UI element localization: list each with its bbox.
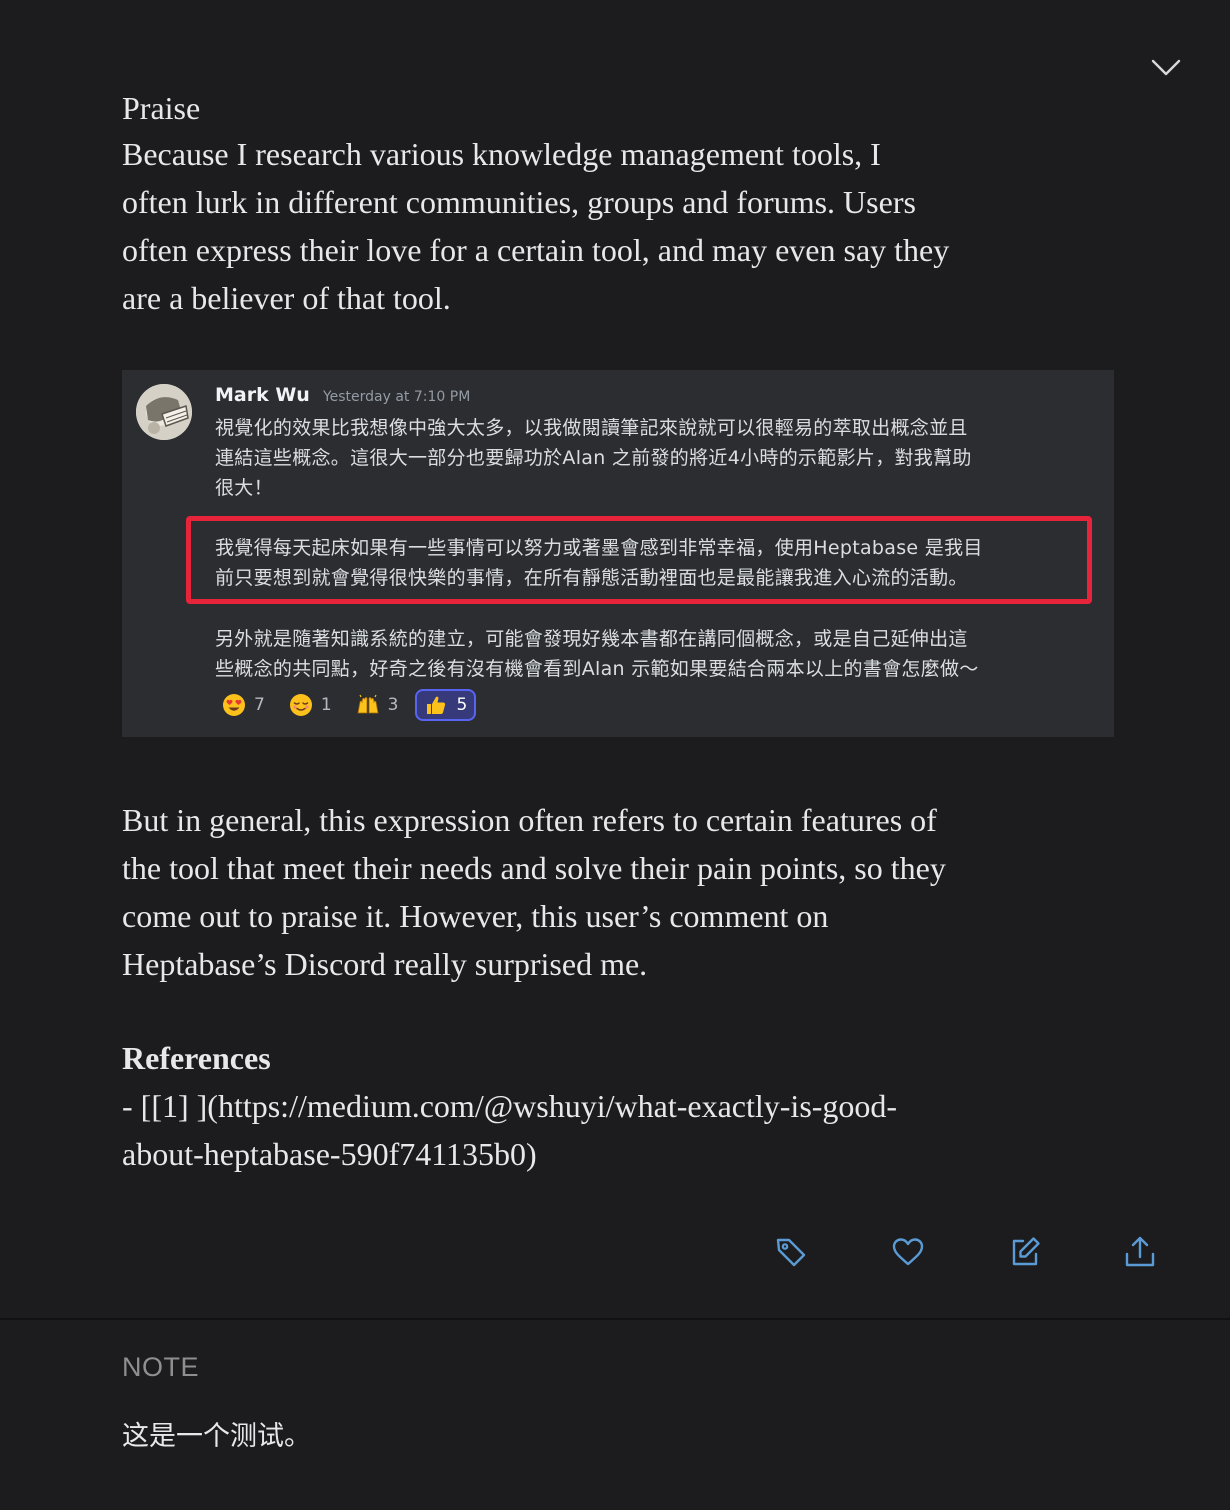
card-content: Praise Because I research various knowle… <box>122 86 1102 322</box>
paragraph-line: Because I research various knowledge man… <box>122 136 881 172</box>
message-line: 我覺得每天起床如果有一些事情可以努力或著墨會感到非常幸福，使用Heptabase… <box>215 537 983 559</box>
share-icon[interactable] <box>1122 1234 1158 1270</box>
message-header: Mark Wu Yesterday at 7:10 PM <box>215 384 470 406</box>
reaction-count: 3 <box>387 695 399 715</box>
raised-hands-emoji <box>357 694 379 714</box>
card-title: Praise <box>122 90 201 126</box>
references: References - [[1] ](https://medium.com/@… <box>122 1034 1122 1178</box>
card-content-2: But in general, this expression often re… <box>122 796 1122 988</box>
reaction-bar: 7 1 3 5 <box>215 689 477 721</box>
embedded-screenshot: Mark Wu Yesterday at 7:10 PM 視覺化的效果比我想像中… <box>122 370 1114 737</box>
note-section: NOTE 这是一个测试。 <box>0 1320 1230 1510</box>
reaction-thumbs-up: 5 <box>415 689 477 721</box>
message-line: 連結這些概念。這很大一部分也要歸功於Alan 之前發的將近4小時的示範影片，對我… <box>215 447 972 469</box>
reaction-heart-eyes: 7 <box>215 689 272 721</box>
reference-link[interactable]: about-heptabase-590f741135b0) <box>122 1130 1122 1178</box>
message-line: 視覺化的效果比我想像中強大太多，以我做閱讀筆記來說就可以很輕易的萃取出概念並且 <box>215 417 968 439</box>
message-line: 很大！ <box>215 477 273 499</box>
username: Mark Wu <box>215 384 310 406</box>
paragraph-line: Heptabase’s Discord really surprised me. <box>122 946 648 982</box>
paragraph-line: the tool that meet their needs and solve… <box>122 850 946 886</box>
heart-eyes-emoji <box>223 694 245 716</box>
references-heading: References <box>122 1040 271 1076</box>
message-line: 另外就是隨著知識系統的建立，可能會發現好幾本書都在講同個概念，或是自己延伸出這 <box>215 628 968 650</box>
paragraph-line: are a believer of that tool. <box>122 280 451 316</box>
tag-icon[interactable] <box>773 1234 809 1270</box>
relieved-emoji <box>289 694 312 716</box>
reaction-count: 7 <box>254 695 265 715</box>
thumbs-up-emoji <box>427 696 446 714</box>
message-line: 前只要想到就會覺得很快樂的事情，在所有靜態活動裡面也是最能讓我進入心流的活動。 <box>215 567 968 589</box>
paragraph-line: come out to praise it. However, this use… <box>122 898 829 934</box>
message-text-2: 另外就是隨著知識系統的建立，可能會發現好幾本書都在講同個概念，或是自己延伸出這 … <box>215 624 979 684</box>
reaction-count: 1 <box>320 695 332 715</box>
message-text: 視覺化的效果比我想像中強大太多，以我做閱讀筆記來說就可以很輕易的萃取出概念並且 … <box>215 413 972 503</box>
highlight-card: Praise Because I research various knowle… <box>0 0 1230 1320</box>
reaction-raised-hands: 3 <box>348 689 406 721</box>
card-actions <box>0 1234 1230 1274</box>
paragraph-line: But in general, this expression often re… <box>122 802 937 838</box>
highlighted-text: 我覺得每天起床如果有一些事情可以努力或著墨會感到非常幸福，使用Heptabase… <box>215 533 983 593</box>
note-text[interactable]: 这是一个测试。 <box>122 1414 311 1453</box>
message-line: 些概念的共同點，好奇之後有沒有機會看到Alan 示範如果要結合兩本以上的書會怎麼… <box>215 658 979 680</box>
edit-icon[interactable] <box>1007 1234 1043 1270</box>
reference-link[interactable]: - [[1] ](https://medium.com/@wshuyi/what… <box>122 1082 1122 1130</box>
paragraph-line: often express their love for a certain t… <box>122 232 950 268</box>
chevron-down-icon[interactable] <box>1148 52 1184 82</box>
paragraph-line: often lurk in different communities, gro… <box>122 184 916 220</box>
avatar <box>136 384 192 440</box>
note-label: NOTE <box>122 1352 200 1382</box>
reaction-relieved: 1 <box>281 689 339 721</box>
timestamp: Yesterday at 7:10 PM <box>322 389 471 405</box>
heart-icon[interactable] <box>890 1234 926 1270</box>
reaction-count: 5 <box>456 695 468 715</box>
